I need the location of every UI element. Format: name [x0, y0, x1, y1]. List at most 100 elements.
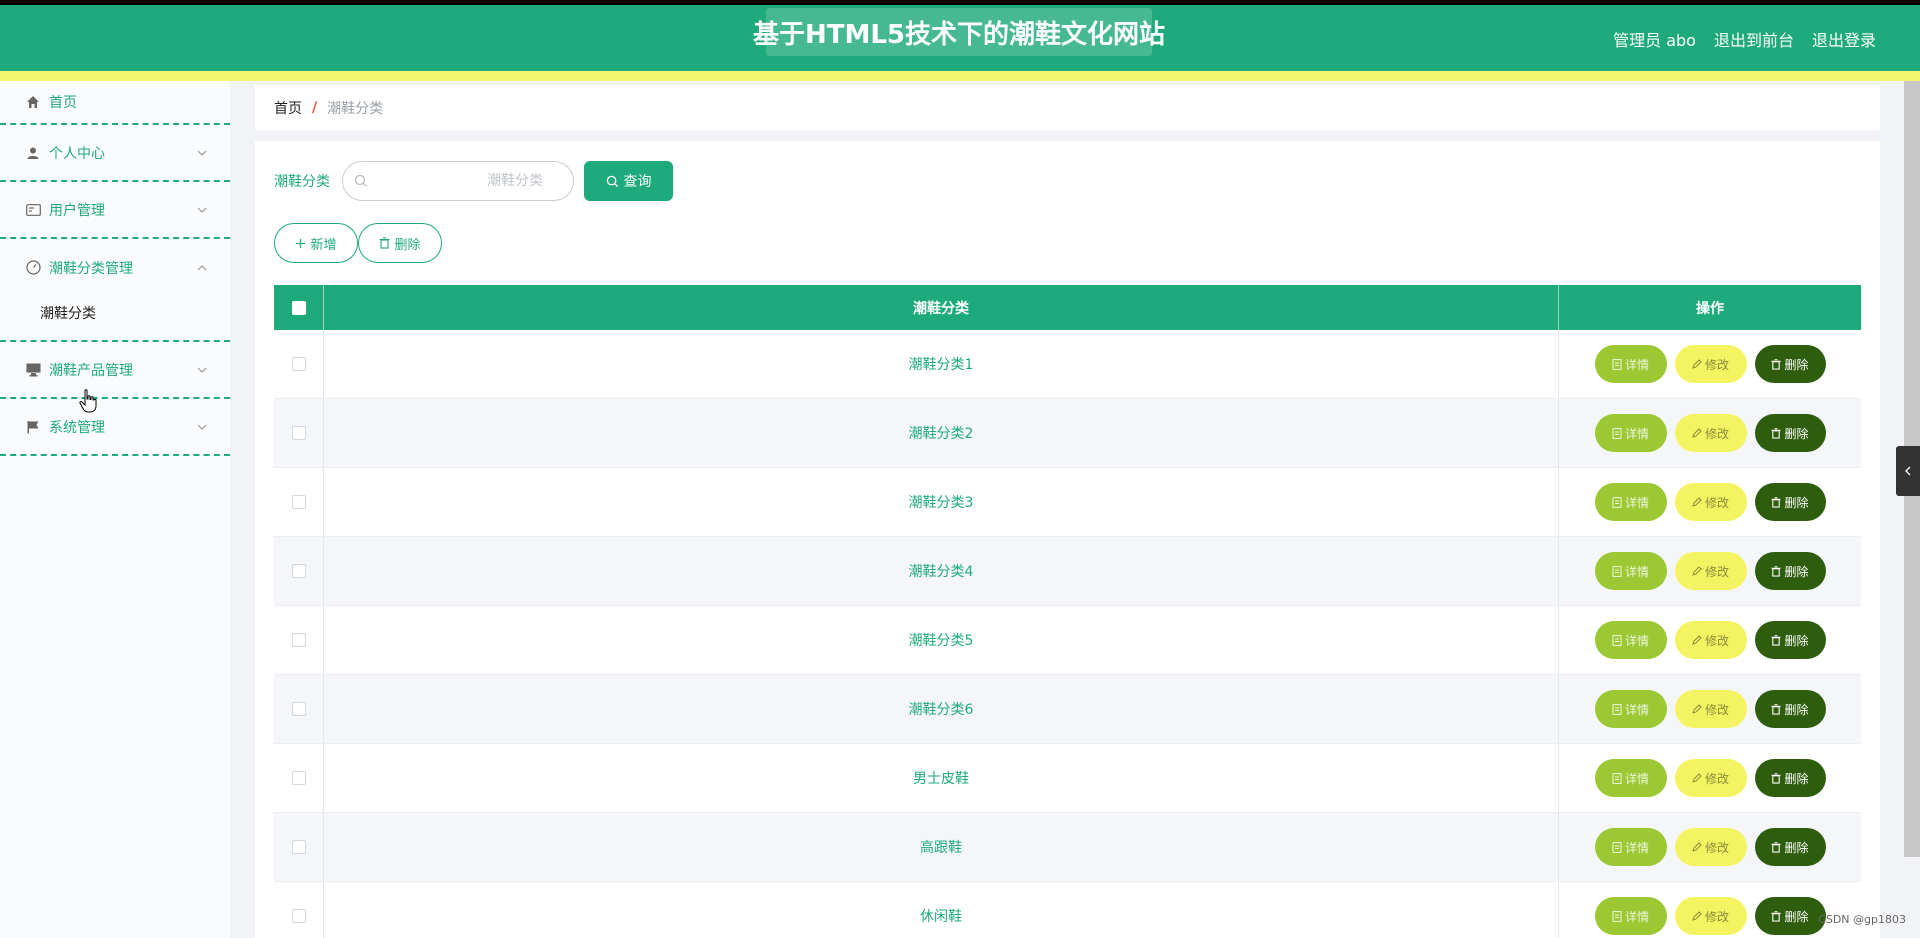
row-checkbox[interactable] — [291, 840, 306, 854]
detail-button[interactable]: 详情 — [1594, 690, 1667, 728]
detail-button[interactable]: 详情 — [1594, 759, 1667, 797]
sidebar-item-category-management[interactable]: 潮鞋分类管理 — [0, 239, 230, 296]
detail-button-label: 详情 — [1624, 426, 1649, 441]
edit-button[interactable]: 修改 — [1674, 345, 1747, 383]
header-category: 潮鞋分类 — [324, 285, 1559, 330]
edit-button-label: 修改 — [1704, 771, 1729, 786]
document-icon — [1612, 358, 1622, 370]
search-row: 潮鞋分类 查询 — [274, 161, 673, 201]
delete-button[interactable]: 删除 — [1754, 345, 1826, 383]
delete-button[interactable]: 删除 — [1754, 552, 1826, 590]
sidebar-item-product-management[interactable]: 潮鞋产品管理 — [0, 342, 230, 399]
edit-button[interactable]: 修改 — [1674, 759, 1747, 797]
row-select-cell — [274, 813, 324, 881]
edit-button[interactable]: 修改 — [1674, 414, 1747, 452]
delete-button-label: 删除 — [1784, 357, 1809, 372]
detail-button[interactable]: 详情 — [1594, 483, 1667, 521]
edit-button[interactable]: 修改 — [1674, 552, 1747, 590]
exit-to-front-link[interactable]: 退出到前台 — [1714, 27, 1794, 51]
category-name: 潮鞋分类5 — [324, 606, 1559, 674]
delete-button[interactable]: 删除 — [1754, 621, 1826, 659]
category-name: 男士皮鞋 — [324, 744, 1559, 812]
home-icon — [25, 94, 41, 110]
edit-button[interactable]: 修改 — [1674, 897, 1747, 935]
row-actions-cell: 详情 修改 删除 — [1559, 399, 1861, 467]
sidebar-subitem-category[interactable]: 潮鞋分类 — [0, 296, 230, 342]
query-button[interactable]: 查询 — [584, 161, 673, 201]
row-checkbox[interactable] — [291, 702, 306, 716]
delete-button[interactable]: 删除 — [1754, 483, 1826, 521]
delete-button-label: 删除 — [1784, 426, 1809, 441]
edit-button[interactable]: 修改 — [1674, 828, 1747, 866]
site-title: 基于HTML5技术下的潮鞋文化网站 — [752, 19, 1166, 50]
header-right: 管理员 abo 退出到前台 退出登录 — [1613, 27, 1876, 51]
delete-button[interactable]: 删除 — [1754, 828, 1826, 866]
row-checkbox[interactable] — [291, 771, 306, 785]
sidebar-item-label: 首页 — [49, 95, 77, 111]
sidebar-item-users[interactable]: 用户管理 — [0, 182, 230, 239]
pencil-icon — [1692, 635, 1702, 645]
delete-button[interactable]: 删除 — [1754, 414, 1826, 452]
trash-icon — [379, 237, 390, 249]
document-icon — [1612, 565, 1622, 577]
document-icon — [1612, 841, 1622, 853]
header-accent-bar — [0, 71, 1920, 81]
table-row: 潮鞋分类5 详情 修改 删除 — [274, 606, 1861, 675]
logout-link[interactable]: 退出登录 — [1812, 27, 1876, 51]
detail-button[interactable]: 详情 — [1594, 552, 1667, 590]
row-checkbox[interactable] — [291, 495, 306, 509]
breadcrumb-home[interactable]: 首页 — [274, 98, 302, 118]
watermark: CSDN @gp1803 — [1818, 913, 1906, 926]
sidebar-item-system[interactable]: 系统管理 — [0, 399, 230, 456]
table-body: 潮鞋分类1 详情 修改 删除 潮鞋分类2 详情 修改 删除 潮鞋分类3 详情 修改 删除 潮鞋分类4 详情… — [274, 330, 1861, 938]
row-checkbox[interactable] — [291, 633, 306, 647]
breadcrumb: 首页 / 潮鞋分类 — [255, 85, 1880, 130]
row-checkbox[interactable] — [291, 909, 306, 923]
edit-button-label: 修改 — [1704, 564, 1729, 579]
delete-button-label: 删除 — [1784, 771, 1809, 786]
delete-button[interactable]: 删除 — [1754, 759, 1826, 797]
edit-button[interactable]: 修改 — [1674, 483, 1747, 521]
select-all-checkbox[interactable] — [291, 300, 306, 315]
row-checkbox[interactable] — [291, 426, 306, 440]
delete-button[interactable]: 删除 — [1754, 897, 1826, 935]
sidebar-item-home[interactable]: 首页 — [0, 81, 230, 125]
detail-button[interactable]: 详情 — [1594, 897, 1667, 935]
trash-icon — [1771, 634, 1782, 646]
delete-button-label: 删除 — [1784, 564, 1809, 579]
trash-icon — [1771, 772, 1782, 784]
detail-button[interactable]: 详情 — [1594, 621, 1667, 659]
admin-user: 管理员 abo — [1613, 31, 1696, 50]
detail-button[interactable]: 详情 — [1594, 345, 1667, 383]
side-panel-toggle[interactable] — [1896, 446, 1920, 496]
chevron-down-icon — [197, 424, 207, 430]
table-row: 男士皮鞋 详情 修改 删除 — [274, 744, 1861, 813]
document-icon — [1612, 496, 1622, 508]
document-icon — [1612, 772, 1622, 784]
breadcrumb-separator: / — [312, 99, 318, 116]
search-input[interactable] — [343, 162, 573, 200]
row-checkbox[interactable] — [291, 564, 306, 578]
add-button[interactable]: 新增 — [274, 223, 358, 263]
sidebar-item-profile[interactable]: 个人中心 — [0, 125, 230, 182]
document-icon — [1612, 634, 1622, 646]
detail-button-label: 详情 — [1624, 909, 1649, 924]
row-actions-cell: 详情 修改 删除 — [1559, 813, 1861, 881]
delete-button-label: 删除 — [1784, 909, 1809, 924]
edit-button-label: 修改 — [1704, 702, 1729, 717]
detail-button[interactable]: 详情 — [1594, 414, 1667, 452]
search-field — [342, 161, 574, 201]
trash-icon — [1771, 427, 1782, 439]
batch-delete-button[interactable]: 删除 — [358, 223, 442, 263]
monitor-icon — [25, 362, 41, 378]
edit-button[interactable]: 修改 — [1674, 621, 1747, 659]
detail-button[interactable]: 详情 — [1594, 828, 1667, 866]
trash-icon — [1771, 910, 1782, 922]
delete-button[interactable]: 删除 — [1754, 690, 1826, 728]
row-actions-cell: 详情 修改 删除 — [1559, 330, 1861, 398]
category-name: 潮鞋分类3 — [324, 468, 1559, 536]
row-checkbox[interactable] — [291, 357, 306, 371]
detail-button-label: 详情 — [1624, 495, 1649, 510]
row-actions-cell: 详情 修改 删除 — [1559, 744, 1861, 812]
edit-button[interactable]: 修改 — [1674, 690, 1747, 728]
